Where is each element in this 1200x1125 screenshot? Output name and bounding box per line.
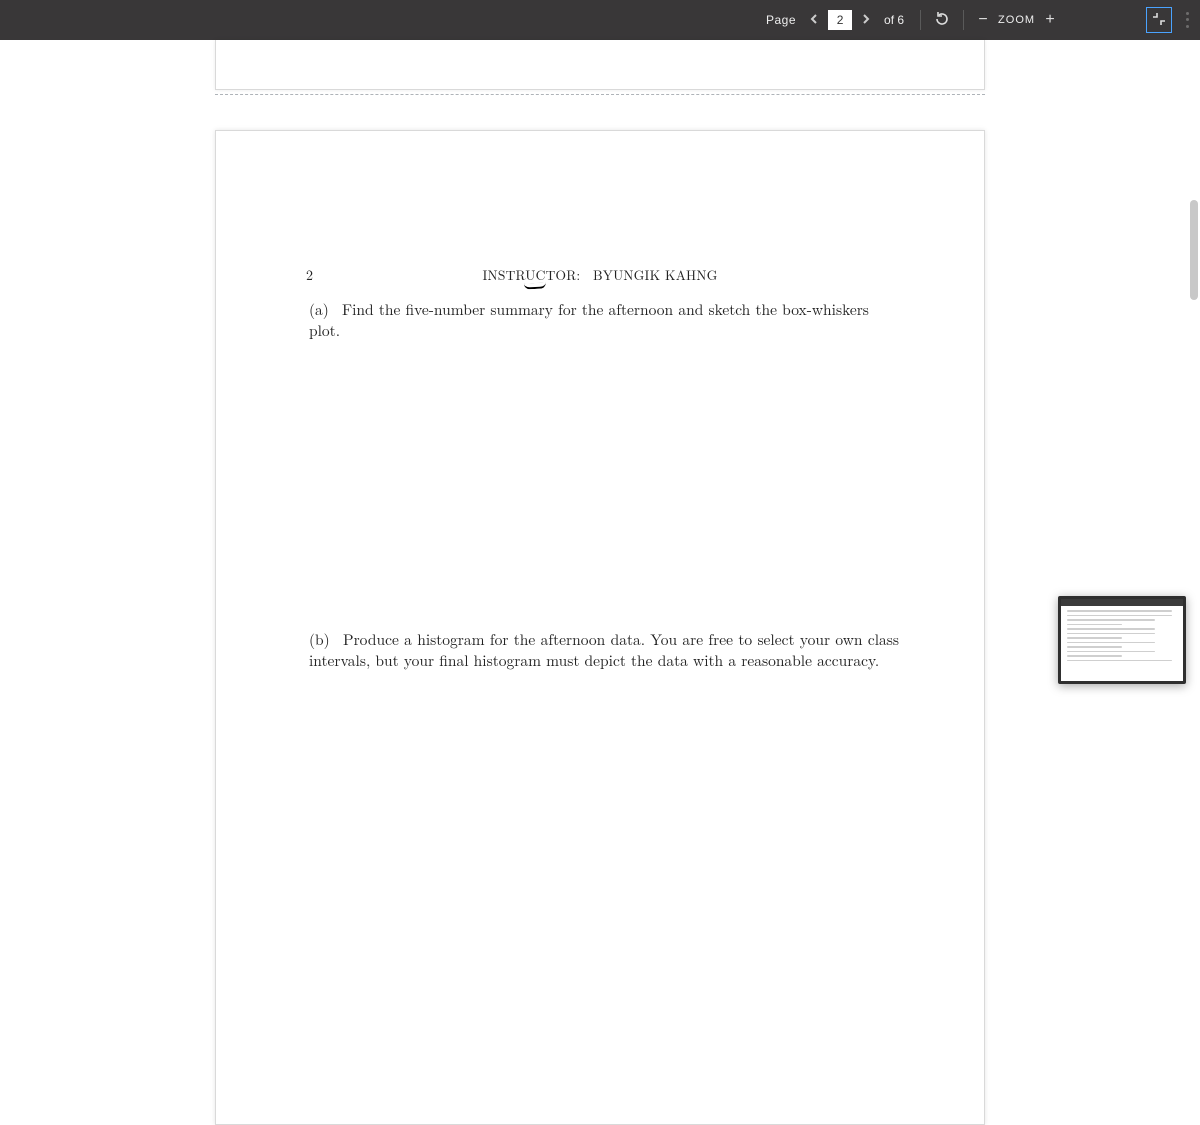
handwriting-mark — [524, 282, 546, 289]
page-total-label: of 6 — [884, 13, 904, 27]
toolbar: Page of 6 − ZOOM + — [0, 0, 1200, 40]
document-page: 2 INSTRUCTOR: BYUNGIK KAHNG (a) Find the… — [215, 130, 985, 1125]
thumbnail-header — [1061, 599, 1183, 606]
prev-page-button[interactable] — [804, 10, 824, 30]
item-label: (a) — [309, 299, 329, 320]
vertical-scrollbar[interactable] — [1188, 82, 1198, 788]
item-label: (b) — [309, 629, 330, 650]
scroll-thumb[interactable] — [1190, 200, 1198, 300]
page-thumbnail-preview[interactable] — [1058, 596, 1186, 684]
instructor-name: BYUNGIK KAHNG — [593, 265, 717, 284]
separator — [920, 10, 921, 30]
chevron-left-icon — [809, 13, 819, 27]
exit-fullscreen-button[interactable] — [1146, 7, 1172, 33]
plus-icon: + — [1045, 11, 1054, 28]
item-text: Produce a histogram for the afternoon da… — [309, 629, 899, 671]
page-number-input[interactable] — [828, 10, 852, 30]
rotate-icon — [934, 11, 950, 30]
next-page-button[interactable] — [856, 10, 876, 30]
page-gap — [215, 94, 985, 95]
chevron-right-icon — [861, 13, 871, 27]
separator — [963, 10, 964, 30]
thumbnail-body — [1061, 606, 1183, 668]
page-header: INSTRUCTOR: BYUNGIK KAHNG — [216, 265, 984, 284]
more-menu-button[interactable] — [1182, 10, 1192, 30]
previous-page-sliver — [215, 40, 985, 90]
page-label: Page — [766, 13, 796, 27]
rotate-button[interactable] — [931, 9, 953, 31]
instructor-label: INSTRUCTOR: — [482, 265, 580, 284]
zoom-label: ZOOM — [998, 14, 1035, 26]
question-a: (a) Find the five-number summary for the… — [309, 299, 899, 342]
item-text: Find the five-number summary for the aft… — [309, 299, 869, 341]
collapse-icon — [1152, 12, 1166, 29]
document-viewport: 2 INSTRUCTOR: BYUNGIK KAHNG (a) Find the… — [0, 40, 1200, 750]
zoom-out-button[interactable]: − — [974, 11, 992, 29]
zoom-in-button[interactable]: + — [1041, 11, 1059, 29]
minus-icon: − — [978, 11, 987, 28]
question-b: (b) Produce a histogram for the afternoo… — [309, 629, 899, 672]
